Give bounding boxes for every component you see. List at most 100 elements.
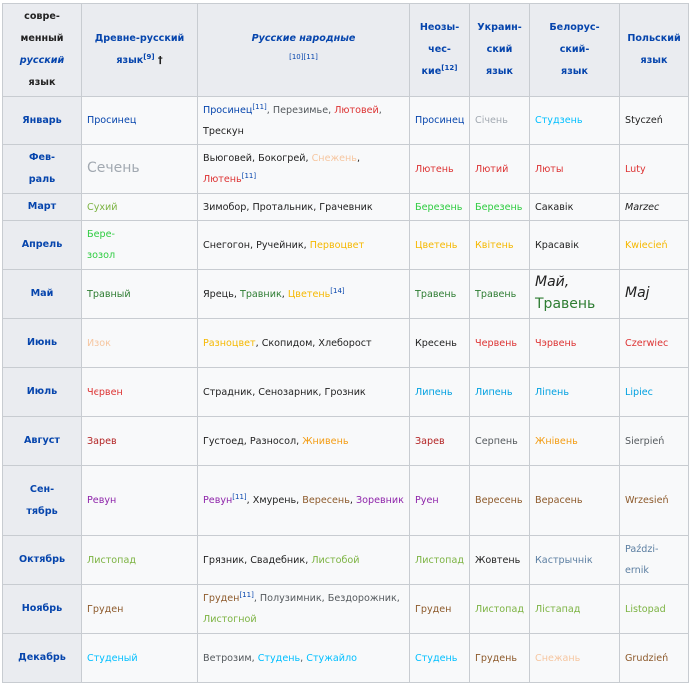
month-name[interactable]: Май: [2, 269, 82, 319]
month-word[interactable]: Чєрвен: [87, 387, 123, 398]
month-word[interactable]: Березень: [415, 202, 462, 213]
month-word[interactable]: Груден: [87, 604, 123, 615]
month-word[interactable]: Сухий: [87, 202, 118, 213]
footnote-ref[interactable]: [9]: [143, 53, 154, 61]
month-word[interactable]: Травник: [240, 289, 282, 300]
footnote-ref[interactable]: [11]: [252, 102, 266, 110]
month-word[interactable]: Студеный: [87, 653, 138, 664]
column-header[interactable]: Древне-русский язык[9] †: [81, 3, 198, 97]
month-word[interactable]: Ліпень: [535, 387, 569, 398]
cell-neo: Студень: [409, 633, 470, 683]
month-word[interactable]: Лютий: [475, 164, 508, 175]
month-word[interactable]: Липень: [415, 387, 453, 398]
month-word[interactable]: Груден: [415, 604, 451, 615]
month-word[interactable]: Жнивень: [302, 436, 348, 447]
month-word[interactable]: Листогной: [203, 614, 257, 625]
month-word[interactable]: зозол: [87, 250, 115, 261]
month-word[interactable]: Червень: [475, 338, 517, 349]
month-word[interactable]: Czerwiec: [625, 338, 668, 349]
month-word[interactable]: Листопад: [415, 555, 464, 566]
month-word[interactable]: Травень: [475, 289, 516, 300]
month-word[interactable]: Студень: [415, 653, 457, 664]
month-name[interactable]: Октябрь: [2, 535, 82, 585]
month-word[interactable]: Березень: [475, 202, 522, 213]
month-word[interactable]: Вересень: [475, 495, 523, 506]
month-word[interactable]: Квітень: [475, 240, 514, 251]
month-word[interactable]: Первоцвет: [310, 240, 364, 251]
month-word[interactable]: Изок: [87, 338, 111, 349]
month-word[interactable]: Листопад: [87, 555, 136, 566]
month-word[interactable]: Ревун: [203, 495, 232, 506]
month-word[interactable]: Травень: [535, 296, 595, 312]
month-word[interactable]: Лютень: [203, 174, 242, 185]
footnote-ref[interactable]: [11]: [239, 591, 253, 599]
month-word[interactable]: Студзень: [535, 115, 583, 126]
month-word[interactable]: Листопад: [475, 604, 524, 615]
footnote-ref[interactable]: [11]: [242, 172, 256, 180]
column-header[interactable]: Польский язык: [619, 3, 689, 97]
column-header[interactable]: Неозы-чес-кие[12]: [409, 3, 470, 97]
month-word[interactable]: Цветень: [415, 240, 457, 251]
month-word[interactable]: Зоревник: [356, 495, 404, 506]
month-word[interactable]: Сечень: [87, 160, 140, 176]
month-name[interactable]: Август: [2, 416, 82, 466]
column-header[interactable]: Белорус-ский-язык: [529, 3, 620, 97]
month-word[interactable]: Люты: [535, 164, 563, 175]
month-name[interactable]: Фев-раль: [2, 144, 82, 194]
column-header[interactable]: Русские народные [10][11]: [197, 3, 410, 97]
month-name[interactable]: Апрель: [2, 220, 82, 270]
month-word[interactable]: Kwiecień: [625, 240, 668, 251]
month-word[interactable]: Чэрвень: [535, 338, 576, 349]
month-word[interactable]: Травень: [415, 289, 456, 300]
month-word[interactable]: Лютень: [415, 164, 454, 175]
footnote-ref[interactable]: [14]: [330, 286, 344, 294]
month-word[interactable]: Груден: [203, 593, 239, 604]
month-word[interactable]: Липень: [475, 387, 513, 398]
month-name[interactable]: Март: [2, 193, 82, 221]
month-word[interactable]: ernik: [625, 565, 649, 576]
footnote-ref[interactable]: [12]: [441, 64, 457, 72]
month-word[interactable]: Зарев: [415, 436, 445, 447]
month-word[interactable]: Вересень: [302, 495, 350, 506]
month-word[interactable]: Зарев: [87, 436, 117, 447]
month-word[interactable]: Разноцвет: [203, 338, 256, 349]
month-word[interactable]: Жнівень: [535, 436, 578, 447]
month-name[interactable]: Ноябрь: [2, 584, 82, 634]
month-word[interactable]: Listopad: [625, 604, 666, 615]
month-word[interactable]: Wrzesień: [625, 495, 669, 506]
month-word[interactable]: Руен: [415, 495, 439, 506]
month-name[interactable]: Июль: [2, 367, 82, 417]
month-name[interactable]: Январь: [2, 96, 82, 145]
month-word[interactable]: Студень: [258, 653, 300, 664]
month-name[interactable]: Июнь: [2, 318, 82, 368]
month-label: Июнь: [26, 337, 58, 348]
month-word[interactable]: Бере-: [87, 229, 115, 240]
month-word[interactable]: Paździ-: [625, 544, 659, 555]
month-word[interactable]: Лютовей: [334, 105, 379, 116]
month-word[interactable]: Травный: [87, 289, 131, 300]
month-word[interactable]: Luty: [625, 164, 646, 175]
month-name[interactable]: Сен-тябрь: [2, 465, 82, 536]
column-header[interactable]: Украин-ский язык: [469, 3, 530, 97]
month-word[interactable]: Снежень: [312, 153, 357, 164]
footnote-ref[interactable]: [10][11]: [289, 53, 318, 61]
month-name[interactable]: Декабрь: [2, 633, 82, 683]
month-word: , Хмурень,: [246, 495, 303, 506]
month-word[interactable]: Стужайло: [306, 653, 357, 664]
month-word[interactable]: Кастрычнік: [535, 555, 593, 566]
month-word[interactable]: Снежань: [535, 653, 580, 664]
cell-pol: Luty: [619, 144, 689, 194]
month-word[interactable]: Просинец: [203, 105, 252, 116]
month-word[interactable]: Цветень: [288, 289, 330, 300]
month-word[interactable]: Grudzień: [625, 653, 668, 664]
month-word[interactable]: Листобой: [311, 555, 359, 566]
month-word[interactable]: Верасень: [535, 495, 583, 506]
footnote-ref[interactable]: [11]: [232, 493, 246, 501]
month-word[interactable]: Січень: [475, 115, 508, 126]
month-word[interactable]: Просинец: [415, 115, 464, 126]
month-word[interactable]: Просинец: [87, 115, 136, 126]
month-word[interactable]: Лістапад: [535, 604, 580, 615]
month-word[interactable]: Lipiec: [625, 387, 653, 398]
month-word[interactable]: Грудень: [475, 653, 517, 664]
month-word[interactable]: Ревун: [87, 495, 116, 506]
